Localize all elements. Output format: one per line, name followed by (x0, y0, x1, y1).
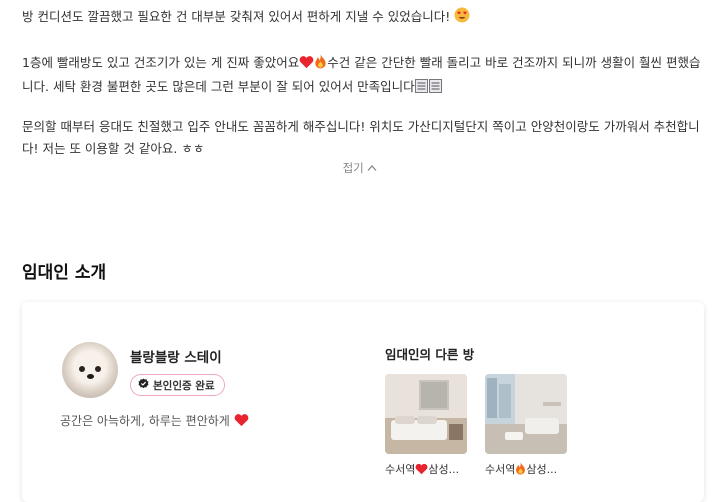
review-text: 방 컨디션도 깔끔했고 필요한 건 대부분 갖춰져 있어서 편하게 지낼 수 있… (22, 6, 712, 182)
host-card: 블랑블랑 스테이 본인인증 완료 공간은 아늑하게, 하루는 편안하게 임대인의… (22, 302, 704, 502)
collapse-button[interactable]: 접기 (0, 160, 720, 176)
review-paragraph-1: 방 컨디션도 깔끔했고 필요한 건 대부분 갖춰져 있어서 편하게 지낼 수 있… (22, 6, 712, 30)
verified-badge: 본인인증 완료 (130, 374, 225, 396)
avatar-eye-right (95, 366, 101, 372)
review-paragraph-3: 문의할 때부터 응대도 친절했고 입주 안내도 꼼꼼하게 해주십니다! 위치도 … (22, 119, 700, 156)
room-name-suffix: 삼성... (526, 463, 558, 476)
host-intro-label: 공간은 아늑하게, 하루는 편안하게 (60, 414, 230, 428)
host-name[interactable]: 블랑블랑 스테이 (130, 346, 222, 366)
room-name-suffix: 삼성... (428, 463, 460, 476)
chevron-up-icon (367, 161, 377, 175)
fire-icon (515, 462, 526, 478)
red-heart-icon (299, 54, 314, 76)
verified-check-icon (138, 378, 149, 392)
section-title-host-intro: 임대인 소개 (22, 263, 107, 283)
memo-icon (414, 78, 443, 100)
other-room-card[interactable]: 수서역 삼성... (385, 374, 467, 478)
room-name-prefix: 수서역 (385, 463, 416, 476)
room-thumbnail-image[interactable] (485, 374, 567, 454)
red-heart-icon (415, 463, 428, 478)
room-thumbnail-image[interactable] (385, 374, 467, 454)
host-intro-text: 공간은 아늑하게, 하루는 편안하게 (60, 412, 249, 430)
other-room-name[interactable]: 수서역 삼성... (485, 461, 567, 478)
review-paragraph-2: 1층에 빨래방도 있고 건조기가 있는 게 진짜 좋았어요 수건 같은 간단한 빨… (22, 52, 712, 100)
avatar-nose (87, 374, 94, 379)
fire-icon (314, 54, 327, 76)
review-line-2a: 1층에 빨래방도 있고 건조기가 있는 게 진짜 좋았어요 (22, 55, 300, 70)
room-name-prefix: 수서역 (485, 463, 516, 476)
heart-eyes-face-icon (454, 7, 470, 30)
host-avatar[interactable] (62, 342, 118, 398)
review-line-1: 방 컨디션도 깔끔했고 필요한 건 대부분 갖춰져 있어서 편하게 지낼 수 있… (22, 9, 451, 24)
other-rooms-title: 임대인의 다른 방 (385, 347, 475, 362)
other-room-card[interactable]: 수서역 삼성... (485, 374, 567, 478)
avatar-eye-left (79, 366, 85, 372)
red-heart-icon (234, 413, 249, 430)
collapse-label: 접기 (342, 161, 364, 175)
verified-badge-label: 본인인증 완료 (153, 379, 215, 392)
other-room-name[interactable]: 수서역 삼성... (385, 461, 467, 478)
